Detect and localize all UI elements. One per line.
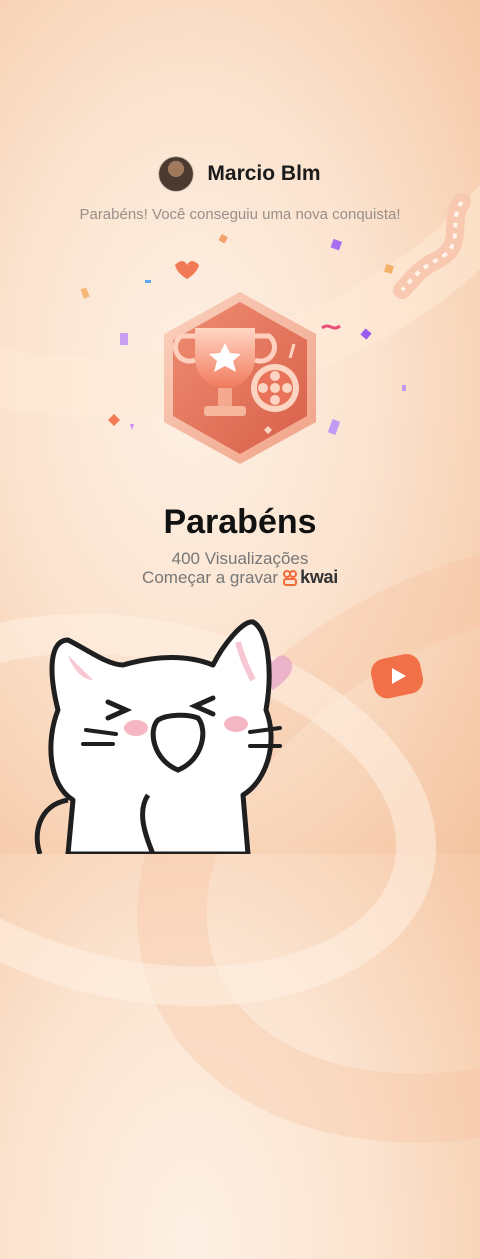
- laughing-cat-sticker: [34, 619, 282, 854]
- profile-header: Marcio Blm: [0, 157, 480, 191]
- views-count: 400 Visualizações: [171, 549, 309, 568]
- avatar[interactable]: [159, 157, 194, 191]
- username: Marcio Blm: [207, 162, 321, 185]
- trophy-badge-icon: [164, 292, 316, 464]
- start-recording-text: Começar a gravar: [142, 567, 279, 587]
- play-decoration-icon: [371, 654, 424, 699]
- achievement-title: Parabéns: [163, 503, 317, 541]
- start-recording-row[interactable]: Começar a gravar kwai: [0, 567, 480, 588]
- achievement-message: Parabéns! Você conseguiu uma nova conqui…: [79, 206, 401, 223]
- kwai-logo-icon: [283, 569, 298, 586]
- kwai-brand: kwai: [300, 567, 338, 587]
- kwai-logo: kwai: [282, 567, 338, 588]
